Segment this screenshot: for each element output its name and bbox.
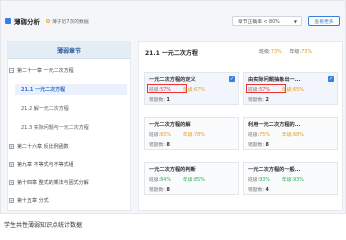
class-rate: 84%: [160, 178, 171, 183]
accuracy-filter-value: 章节正确率 < 80%: [238, 19, 280, 25]
section-grade-rate: 73%: [301, 49, 313, 55]
chapter-label: 第二十一章 一元二次方程: [17, 68, 74, 74]
chapter-item-14[interactable]: + 第十四章 整式的乘法与因式分解: [9, 179, 89, 186]
wrong-count: 1: [166, 98, 170, 103]
wrong-count: 2: [265, 98, 269, 103]
expand-icon[interactable]: +: [9, 180, 14, 185]
chapter-item-15[interactable]: + 第十五章 分式: [9, 197, 49, 204]
knowledge-card[interactable]: 一元二次方程的一般... 班级:93% 年级:93% 错题数: 4: [243, 162, 338, 195]
expand-icon[interactable]: +: [9, 162, 14, 167]
knowledge-card[interactable]: 由实际问题抽象出一... ✓ 班级:57% 年级:65% 错题数: 2: [243, 72, 338, 105]
card-title: 一元二次方程的定义: [149, 77, 196, 83]
data-range-text: 薄于近7次的数据: [52, 19, 89, 25]
section-title: 21.1 一元二次方程: [145, 50, 198, 57]
card-title: 一元二次方程的解: [149, 122, 191, 128]
grade-rate: 85%: [194, 178, 205, 183]
grade-rate: 67%: [194, 88, 205, 93]
accuracy-filter-select[interactable]: 章节正确率 < 80% ▼: [232, 16, 302, 26]
section-item-21-1[interactable]: 21.1 一元二次方程: [21, 86, 65, 93]
chart-icon: [5, 18, 11, 24]
knowledge-card[interactable]: 利用一元二次方程的... 班级:75% 年级:68% 错题数: 8: [243, 117, 338, 150]
grade-rate: 93%: [293, 178, 304, 183]
grade-rate: 68%: [293, 133, 304, 138]
wrong-count: 8: [166, 143, 170, 148]
knowledge-card[interactable]: 一元二次方程的解 班级:65% 年级:78% 错题数: 8: [144, 117, 239, 150]
wrong-count: 8: [265, 143, 269, 148]
section-item-21-2[interactable]: 21.2 解一元二次方程: [21, 105, 69, 112]
chapter-label: 第二十六章 反比例函数: [17, 144, 69, 150]
card-title: 由实际问题抽象出一...: [248, 77, 301, 83]
class-rate: 65%: [160, 133, 171, 138]
expand-icon[interactable]: +: [9, 198, 14, 203]
class-rate: 57%: [259, 88, 270, 93]
chapter-item-21[interactable]: − 第二十一章 一元二次方程: [9, 67, 74, 74]
wrong-count: 8: [166, 188, 170, 193]
figure-caption: 学生共性薄弱知识点统计数据: [4, 222, 83, 229]
checkbox-checked-icon[interactable]: ✓: [229, 76, 235, 82]
section-rates: 班级:73% 年级:73%: [259, 49, 313, 55]
grade-rate: 65%: [293, 88, 304, 93]
info-icon: [46, 19, 50, 23]
data-range-note: 薄于近7次的数据: [46, 18, 89, 25]
chapter-item-26[interactable]: + 第二十六章 反比例函数: [9, 143, 69, 150]
card-title: 利用一元二次方程的...: [248, 122, 301, 128]
collapse-icon[interactable]: −: [9, 68, 14, 73]
wrong-count: 4: [265, 188, 269, 193]
class-rate: 93%: [259, 178, 270, 183]
knowledge-card[interactable]: 一元二次方程的定义 ✓ 班级:57% 年级:67% 错题数: 1: [144, 72, 239, 105]
chapter-label: 第十五章 分式: [17, 198, 49, 204]
app-screen: 薄弱分析 薄于近7次的数据 章节正确率 < 80% ▼ 查看更多 薄弱章节 − 第…: [0, 0, 346, 214]
grade-rate: 78%: [194, 133, 205, 138]
expand-icon[interactable]: +: [9, 144, 14, 149]
class-rate: 57%: [160, 88, 171, 93]
card-title: 一元二次方程的判断: [149, 167, 196, 173]
checkbox-checked-icon[interactable]: ✓: [328, 76, 334, 82]
card-title: 一元二次方程的一般...: [248, 167, 301, 173]
chevron-down-icon: ▼: [293, 18, 297, 24]
chapter-label: 第九章 不等式与不等式组: [17, 162, 74, 168]
chapter-item-9[interactable]: + 第九章 不等式与不等式组: [9, 161, 74, 168]
knowledge-card[interactable]: 一元二次方程的判断 班级:84% 年级:85% 错题数: 8: [144, 162, 239, 195]
class-rate: 75%: [259, 133, 270, 138]
chapter-label: 第十四章 整式的乘法与因式分解: [17, 180, 89, 186]
weak-chapter-header: 薄弱章节: [8, 42, 130, 59]
section-class-rate: 73%: [270, 49, 282, 55]
view-more-button[interactable]: 查看更多: [308, 16, 340, 26]
section-item-21-3[interactable]: 21.3 实际问题与一元二次方程: [21, 124, 89, 131]
page-title: 薄弱分析: [14, 18, 40, 26]
knowledge-point-panel: 21.1 一元二次方程 班级:73% 年级:73% 一元二次方程的定义 ✓ 班级…: [138, 41, 343, 211]
